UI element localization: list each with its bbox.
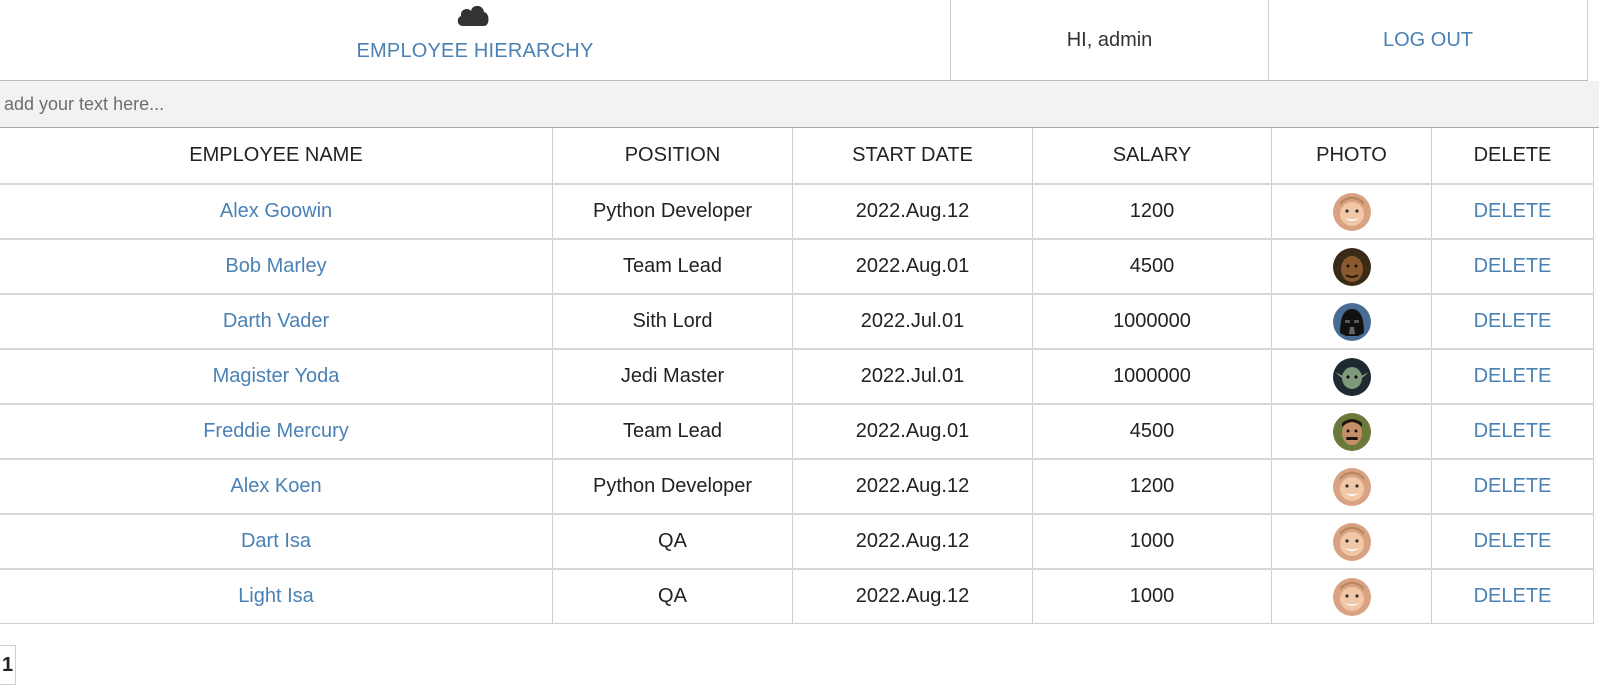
table-row: Darth Vader Sith Lord 2022.Jul.01 100000…	[0, 294, 1594, 350]
position-cell: Team Lead	[552, 404, 793, 460]
smiling-man-photo	[1332, 522, 1371, 561]
table-row: Alex Goowin Python Developer 2022.Aug.12…	[0, 184, 1594, 240]
freddie-mercury-photo	[1332, 412, 1371, 451]
start-date-cell: 2022.Aug.12	[792, 514, 1033, 570]
greeting-text: HI, admin	[951, 0, 1269, 80]
delete-link[interactable]: DELETE	[1474, 365, 1552, 387]
darth-vader-photo	[1332, 302, 1371, 341]
photo-cell	[1271, 184, 1432, 240]
employee-name-link[interactable]: Bob Marley	[225, 255, 326, 277]
table-row: Freddie Mercury Team Lead 2022.Aug.01 45…	[0, 404, 1594, 460]
smiling-man-photo	[1332, 467, 1371, 506]
bob-marley-photo	[1332, 247, 1371, 286]
column-header-employee-name: EMPLOYEE NAME	[0, 128, 553, 185]
yoda-photo	[1332, 357, 1371, 396]
start-date-cell: 2022.Jul.01	[792, 294, 1033, 350]
salary-cell: 1000000	[1032, 294, 1272, 350]
smiling-man-photo	[1332, 577, 1371, 616]
position-cell: Python Developer	[552, 184, 793, 240]
employee-hierarchy-link[interactable]: EMPLOYEE HIERARCHY	[0, 40, 950, 63]
employee-name-link[interactable]: Freddie Mercury	[203, 420, 349, 442]
pagination-page-1[interactable]: 1	[0, 645, 16, 685]
delete-link[interactable]: DELETE	[1474, 310, 1552, 332]
start-date-cell: 2022.Aug.12	[792, 184, 1033, 240]
photo-cell	[1271, 404, 1432, 460]
position-cell: Jedi Master	[552, 349, 793, 405]
delete-link[interactable]: DELETE	[1474, 585, 1552, 607]
photo-cell	[1271, 514, 1432, 570]
salary-cell: 1000	[1032, 514, 1272, 570]
column-header-salary: SALARY	[1032, 128, 1272, 185]
top-navbar: EMPLOYEE HIERARCHY HI, admin LOG OUT	[0, 0, 1588, 82]
brand-cell: EMPLOYEE HIERARCHY	[0, 0, 951, 80]
smiling-man-photo	[1332, 192, 1371, 231]
employee-name-link[interactable]: Alex Goowin	[220, 200, 332, 222]
search-input[interactable]	[0, 81, 1599, 127]
table-row: Alex Koen Python Developer 2022.Aug.12 1…	[0, 459, 1594, 515]
start-date-cell: 2022.Jul.01	[792, 349, 1033, 405]
employee-name-link[interactable]: Darth Vader	[223, 310, 329, 332]
start-date-cell: 2022.Aug.01	[792, 404, 1033, 460]
start-date-cell: 2022.Aug.01	[792, 239, 1033, 295]
column-header-delete: DELETE	[1431, 128, 1594, 185]
table-row: Light Isa QA 2022.Aug.12 1000 DELETE	[0, 569, 1594, 624]
cloud-icon	[457, 5, 489, 26]
photo-cell	[1271, 569, 1432, 624]
position-cell: QA	[552, 569, 793, 624]
logout-link[interactable]: LOG OUT	[1269, 0, 1588, 80]
delete-link[interactable]: DELETE	[1474, 475, 1552, 497]
photo-cell	[1271, 349, 1432, 405]
table-row: Dart Isa QA 2022.Aug.12 1000 DELETE	[0, 514, 1594, 570]
delete-link[interactable]: DELETE	[1474, 255, 1552, 277]
employee-name-link[interactable]: Magister Yoda	[213, 365, 340, 387]
photo-cell	[1271, 239, 1432, 295]
salary-cell: 4500	[1032, 239, 1272, 295]
search-bar	[0, 81, 1599, 128]
position-cell: Team Lead	[552, 239, 793, 295]
salary-cell: 1200	[1032, 459, 1272, 515]
salary-cell: 4500	[1032, 404, 1272, 460]
employee-name-link[interactable]: Dart Isa	[241, 530, 311, 552]
column-header-position: POSITION	[552, 128, 793, 185]
column-header-start-date: START DATE	[792, 128, 1033, 185]
table-header-row: EMPLOYEE NAME POSITION START DATE SALARY…	[0, 128, 1594, 185]
delete-link[interactable]: DELETE	[1474, 420, 1552, 442]
salary-cell: 1000	[1032, 569, 1272, 624]
delete-link[interactable]: DELETE	[1474, 530, 1552, 552]
employee-name-link[interactable]: Alex Koen	[230, 475, 321, 497]
position-cell: Python Developer	[552, 459, 793, 515]
table-row: Bob Marley Team Lead 2022.Aug.01 4500 DE…	[0, 239, 1594, 295]
position-cell: QA	[552, 514, 793, 570]
table-row: Magister Yoda Jedi Master 2022.Jul.01 10…	[0, 349, 1594, 405]
photo-cell	[1271, 294, 1432, 350]
position-cell: Sith Lord	[552, 294, 793, 350]
start-date-cell: 2022.Aug.12	[792, 459, 1033, 515]
delete-link[interactable]: DELETE	[1474, 200, 1552, 222]
employee-table: EMPLOYEE NAME POSITION START DATE SALARY…	[0, 128, 1594, 624]
salary-cell: 1200	[1032, 184, 1272, 240]
photo-cell	[1271, 459, 1432, 515]
column-header-photo: PHOTO	[1271, 128, 1432, 185]
salary-cell: 1000000	[1032, 349, 1272, 405]
start-date-cell: 2022.Aug.12	[792, 569, 1033, 624]
employee-name-link[interactable]: Light Isa	[238, 585, 314, 607]
